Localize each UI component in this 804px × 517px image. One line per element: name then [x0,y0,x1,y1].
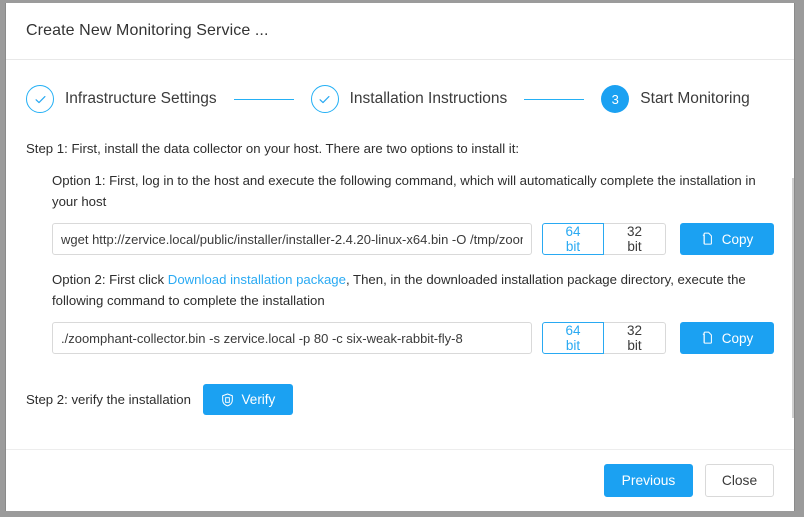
step-status-circle-3: 3 [601,85,630,113]
verify-button[interactable]: Verify [202,384,293,415]
option-1-copy-button[interactable]: Copy [680,223,774,255]
step-status-circle-2 [310,85,339,113]
stepper-label-2: Installation Instructions [349,90,508,107]
stepper-connector-2 [524,98,585,100]
option-2-64bit-button[interactable]: 64 bit [542,322,604,354]
option-2-32bit-button[interactable]: 32 bit [604,322,666,354]
previous-button[interactable]: Previous [604,464,693,497]
step2-row: Step 2: verify the installation Verify [26,384,774,415]
option-2-block: Option 2: First click Download installat… [52,269,774,354]
option-2-copy-label: Copy [721,330,754,346]
option-1-64bit-button[interactable]: 64 bit [542,223,604,255]
background-panel-edge [792,178,794,418]
option-2-command-input[interactable] [52,322,532,354]
stepper: Infrastructure Settings Installation Ins… [26,85,774,113]
step2-text: Step 2: verify the installation [26,392,191,407]
stepper-label-3: Start Monitoring [640,90,750,107]
check-icon [317,92,332,107]
option-2-text-before: Option 2: First click [52,272,168,287]
stepper-step-installation-instructions[interactable]: Installation Instructions [310,85,508,113]
option-2-text: Option 2: First click Download installat… [52,269,768,311]
step1-intro-text: Step 1: First, install the data collecto… [26,141,520,156]
verify-label: Verify [241,392,276,407]
check-icon [33,92,48,107]
dialog-body: Infrastructure Settings Installation Ins… [6,60,794,449]
dialog-title: Create New Monitoring Service ... [26,22,269,39]
stepper-connector-1 [233,98,294,100]
option-1-bit-toggle-group: 64 bit 32 bit [542,223,666,255]
dialog-footer: Previous Close [6,449,794,511]
option-2-copy-button[interactable]: Copy [680,322,774,354]
option-1-copy-label: Copy [721,231,754,247]
copy-icon [701,331,714,345]
option-1-text: Option 1: First, log in to the host and … [52,173,756,209]
option-1-32bit-button[interactable]: 32 bit [604,223,666,255]
create-monitoring-service-dialog: Create New Monitoring Service ... Infras… [5,3,795,511]
stepper-step-infrastructure-settings[interactable]: Infrastructure Settings [26,85,217,113]
option-1-command-input[interactable] [52,223,532,255]
option-2-command-row: 64 bit 32 bit Copy [52,322,774,354]
step-number-3: 3 [611,91,619,107]
option-2-bit-toggle-group: 64 bit 32 bit [542,322,666,354]
copy-icon [701,232,714,246]
stepper-label-1: Infrastructure Settings [65,90,217,107]
step-status-circle-1 [26,85,54,113]
download-installation-package-link[interactable]: Download installation package [168,272,346,287]
option-1-block: Option 1: First, log in to the host and … [52,170,774,255]
stepper-step-start-monitoring[interactable]: 3 Start Monitoring [601,85,750,113]
screen: Create New Monitoring Service ... Infras… [0,0,804,517]
option-1-command-row: 64 bit 32 bit Copy [52,223,774,255]
close-button[interactable]: Close [705,464,774,497]
shield-icon [221,392,234,407]
dialog-header: Create New Monitoring Service ... [6,3,794,60]
